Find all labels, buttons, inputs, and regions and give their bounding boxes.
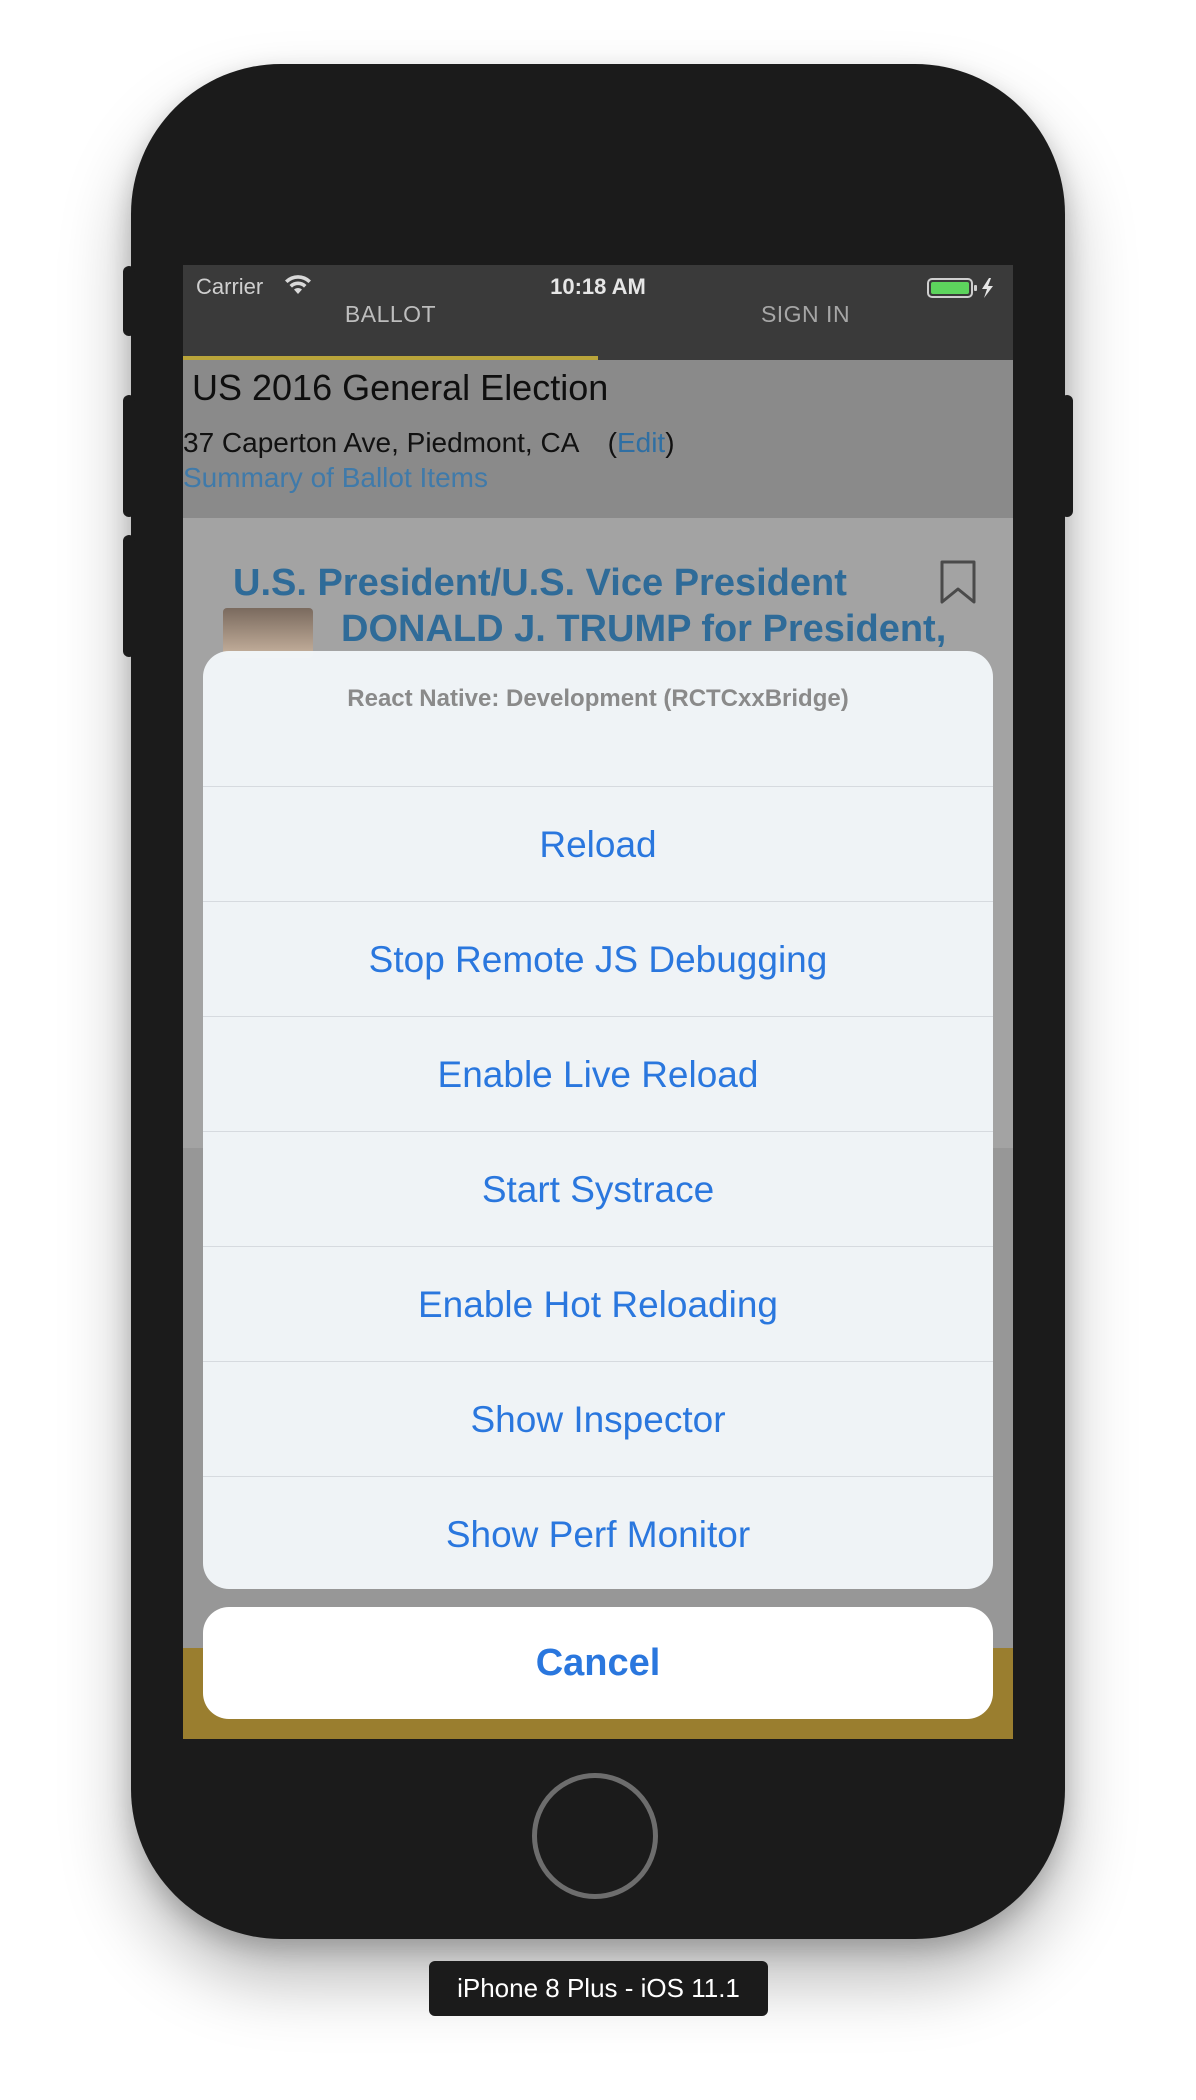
summary-of-ballot-items-link[interactable]: Summary of Ballot Items: [183, 462, 488, 494]
enable-hot-reloading-button[interactable]: Enable Hot Reloading: [203, 1247, 993, 1362]
office-title[interactable]: U.S. President/U.S. Vice President: [233, 562, 847, 605]
edit-address-link[interactable]: Edit: [617, 427, 665, 458]
reload-button[interactable]: Reload: [203, 787, 993, 902]
device-label: iPhone 8 Plus - iOS 11.1: [429, 1961, 768, 2016]
volume-up-button: [123, 395, 135, 517]
stop-remote-js-debugging-button[interactable]: Stop Remote JS Debugging: [203, 902, 993, 1017]
power-button: [1061, 395, 1073, 517]
device-screen: Carrier 10:18 AM BALLOT SIGN IN US 2016 …: [183, 265, 1013, 1739]
ballot-header: US 2016 General Election 37 Caperton Ave…: [183, 360, 1013, 518]
candidate-name[interactable]: DONALD J. TRUMP for President,: [341, 608, 946, 651]
start-systrace-button[interactable]: Start Systrace: [203, 1132, 993, 1247]
voter-address: 37 Caperton Ave, Piedmont, CA (Edit): [183, 427, 675, 459]
tab-sign-in[interactable]: SIGN IN: [598, 301, 1013, 328]
address-text: 37 Caperton Ave, Piedmont, CA: [183, 427, 578, 458]
status-time: 10:18 AM: [550, 274, 646, 299]
enable-live-reload-button[interactable]: Enable Live Reload: [203, 1017, 993, 1132]
edit-paren-open: (: [607, 427, 617, 458]
show-perf-monitor-button[interactable]: Show Perf Monitor: [203, 1477, 993, 1589]
sheet-title: React Native: Development (RCTCxxBridge): [203, 651, 993, 787]
bookmark-icon[interactable]: [939, 560, 977, 609]
developer-menu-sheet: React Native: Development (RCTCxxBridge)…: [203, 651, 993, 1589]
mute-switch: [123, 266, 135, 336]
show-inspector-button[interactable]: Show Inspector: [203, 1362, 993, 1477]
volume-down-button: [123, 535, 135, 657]
status-bar: Carrier 10:18 AM BALLOT SIGN IN: [183, 265, 1013, 360]
election-title: US 2016 General Election: [192, 367, 609, 408]
tab-ballot[interactable]: BALLOT: [183, 301, 598, 328]
battery-icon: [927, 277, 999, 304]
charging-bolt-icon: [982, 278, 993, 298]
cancel-button[interactable]: Cancel: [203, 1607, 993, 1719]
edit-paren-close: ): [665, 427, 675, 458]
home-button[interactable]: [532, 1773, 658, 1899]
